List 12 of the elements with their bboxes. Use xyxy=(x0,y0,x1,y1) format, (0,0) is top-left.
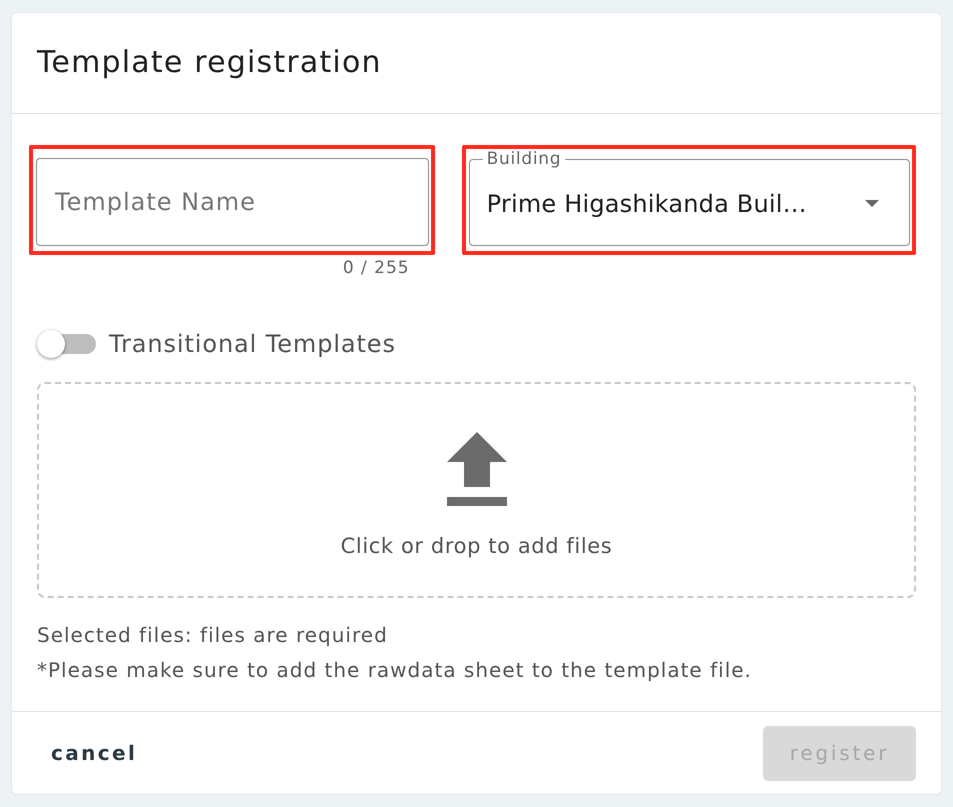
select-field[interactable]: Building Prime Higashikanda Buil… xyxy=(468,149,910,246)
character-counter: 0 / 255 xyxy=(342,258,411,278)
field-label: Building xyxy=(486,149,562,169)
helper-text: *Please make sure to add the rawdata sheet to the template file. xyxy=(37,657,753,684)
upload-icon xyxy=(446,432,506,506)
helper-text: Selected files: files are required xyxy=(37,622,389,649)
text-field[interactable]: Template Name xyxy=(36,158,429,246)
caret-icon xyxy=(865,200,879,207)
toggle-label: Transitional Templates xyxy=(109,329,396,360)
cancel-button[interactable]: cancel xyxy=(37,726,152,780)
file-dropzone[interactable]: Click or drop to add files xyxy=(37,382,916,598)
dialog-title: Template registration xyxy=(37,45,382,81)
